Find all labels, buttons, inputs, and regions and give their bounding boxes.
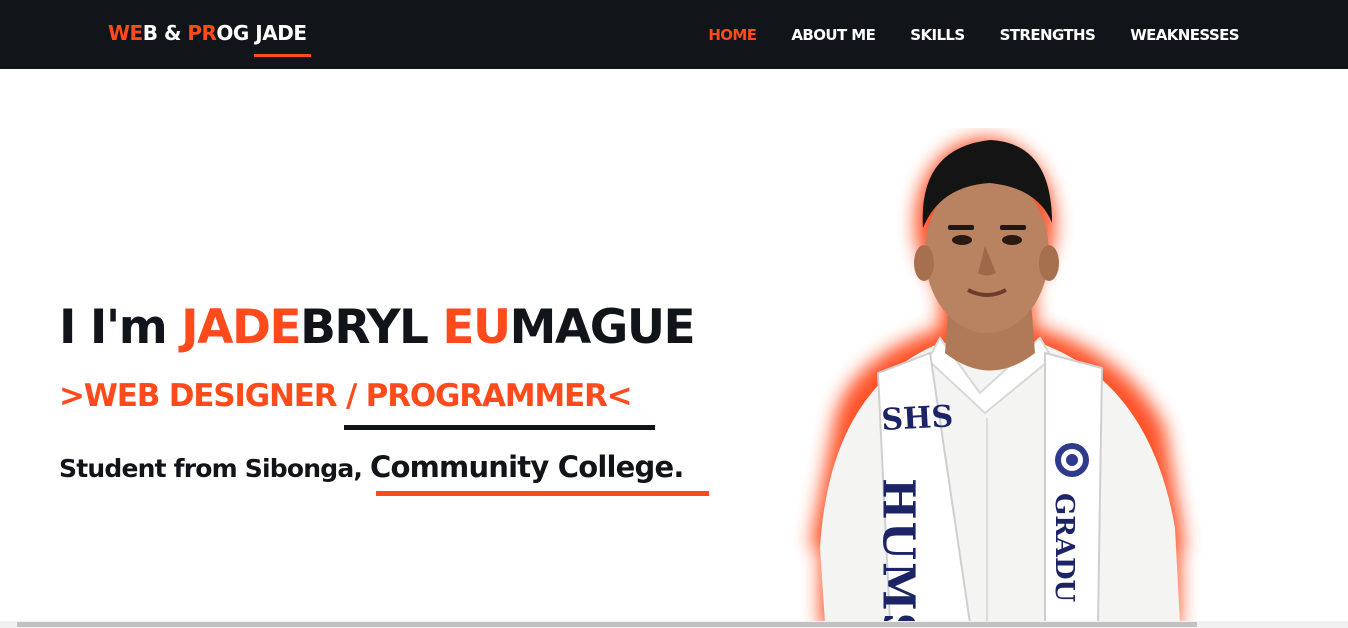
nav-link-skills[interactable]: SKILLS bbox=[910, 26, 965, 44]
top-navbar: WEB & PROG JADE HOME ABOUT ME SKILLS STR… bbox=[0, 0, 1348, 69]
portrait-illustration: SHS HUMS GRADU bbox=[810, 138, 1185, 623]
hero-title-first-rest: BRYL bbox=[300, 300, 443, 355]
profile-portrait: SHS HUMS GRADU bbox=[790, 128, 1210, 623]
brand-text-og-jade: OG JADE bbox=[216, 21, 307, 45]
sash-text-gradu: GRADU bbox=[1049, 493, 1079, 603]
college-underline bbox=[376, 491, 709, 496]
nav-link-home[interactable]: HOME bbox=[708, 26, 757, 44]
brand-underline bbox=[254, 54, 311, 57]
brand-accent-pr: PR bbox=[187, 21, 217, 45]
nav-link-strengths[interactable]: STRENGTHS bbox=[1000, 26, 1096, 44]
sash-text-shs: SHS bbox=[881, 399, 954, 438]
hero-subtitle: Student from Sibonga, Community College. bbox=[59, 450, 684, 484]
hero-subtitle-college: Community College. bbox=[370, 450, 684, 484]
role-underline bbox=[344, 425, 655, 430]
brand-accent-we: WE bbox=[108, 21, 143, 45]
brand-logo-link[interactable]: WEB & PROG JADE bbox=[108, 21, 307, 45]
nav-menu: HOME ABOUT ME SKILLS STRENGTHS WEAKNESSE… bbox=[708, 25, 1239, 44]
horizontal-scrollbar-thumb[interactable] bbox=[17, 622, 1197, 627]
hero-title-prefix: I I'm bbox=[59, 300, 182, 355]
hero-title-first-accent: JADE bbox=[181, 300, 301, 355]
nav-link-about-me[interactable]: ABOUT ME bbox=[791, 26, 875, 44]
svg-text:HUMS: HUMS bbox=[873, 478, 924, 623]
hero-title: I I'm JADEBRYL EUMAGUE bbox=[59, 300, 696, 355]
horizontal-scrollbar[interactable] bbox=[0, 621, 1348, 628]
nav-link-weaknesses[interactable]: WEAKNESSES bbox=[1130, 26, 1239, 44]
svg-text:GRADU: GRADU bbox=[1049, 493, 1079, 603]
hero-role: >WEB DESIGNER / PROGRAMMER< bbox=[59, 378, 633, 414]
hero-title-last-accent: EU bbox=[442, 300, 511, 355]
hero-title-last-rest: MAGUE bbox=[509, 300, 696, 355]
hero-subtitle-prefix: Student from Sibonga, bbox=[59, 454, 371, 483]
sash-text-hums: HUMS bbox=[873, 478, 924, 623]
brand-text-b: B & bbox=[142, 21, 188, 45]
